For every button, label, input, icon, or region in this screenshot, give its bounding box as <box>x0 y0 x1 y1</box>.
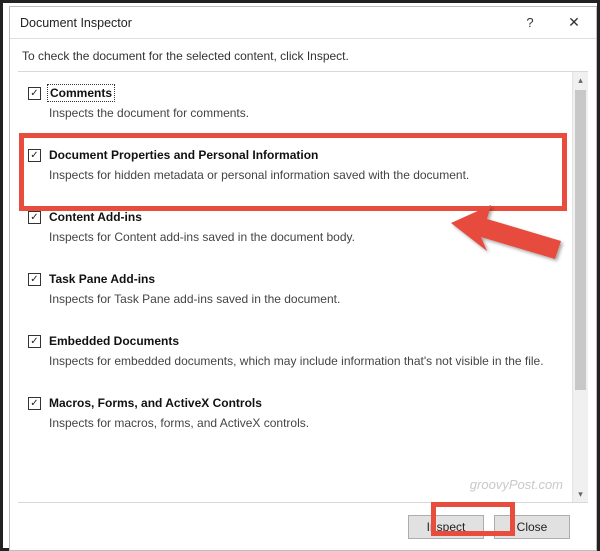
desc-embedded-docs: Inspects for embedded documents, which m… <box>49 354 562 368</box>
scroll-down-icon[interactable]: ▾ <box>573 486 588 502</box>
item-doc-properties: ✓ Document Properties and Personal Infor… <box>26 144 564 186</box>
desc-content-addins: Inspects for Content add-ins saved in th… <box>49 230 562 244</box>
scroll-thumb[interactable] <box>575 90 586 390</box>
label-content-addins[interactable]: Content Add-ins <box>49 210 142 224</box>
desc-comments: Inspects the document for comments. <box>49 106 562 120</box>
checkbox-macros[interactable]: ✓ <box>28 397 41 410</box>
item-embedded-docs: ✓ Embedded Documents Inspects for embedd… <box>26 330 564 372</box>
label-taskpane-addins[interactable]: Task Pane Add-ins <box>49 272 155 286</box>
checkbox-content-addins[interactable]: ✓ <box>28 211 41 224</box>
item-macros: ✓ Macros, Forms, and ActiveX Controls In… <box>26 392 564 434</box>
checkbox-comments[interactable]: ✓ <box>28 87 41 100</box>
content-area: ✓ Comments Inspects the document for com… <box>18 71 588 502</box>
vertical-scrollbar[interactable]: ▴ ▾ <box>572 72 588 502</box>
item-comments: ✓ Comments Inspects the document for com… <box>26 82 564 124</box>
desc-macros: Inspects for macros, forms, and ActiveX … <box>49 416 562 430</box>
inspect-button[interactable]: Inspect <box>408 515 484 539</box>
document-inspector-dialog: Document Inspector ? ✕ To check the docu… <box>9 6 597 551</box>
item-taskpane-addins: ✓ Task Pane Add-ins Inspects for Task Pa… <box>26 268 564 310</box>
dialog-instruction: To check the document for the selected c… <box>10 39 596 71</box>
titlebar: Document Inspector ? ✕ <box>10 7 596 39</box>
close-window-button[interactable]: ✕ <box>552 7 596 39</box>
dialog-footer: Inspect Close <box>18 502 588 550</box>
inspection-list: ✓ Comments Inspects the document for com… <box>18 72 572 502</box>
checkbox-taskpane-addins[interactable]: ✓ <box>28 273 41 286</box>
desc-taskpane-addins: Inspects for Task Pane add-ins saved in … <box>49 292 562 306</box>
help-button[interactable]: ? <box>508 7 552 39</box>
checkbox-doc-properties[interactable]: ✓ <box>28 149 41 162</box>
checkbox-embedded-docs[interactable]: ✓ <box>28 335 41 348</box>
label-doc-properties[interactable]: Document Properties and Personal Informa… <box>49 148 318 162</box>
close-button[interactable]: Close <box>494 515 570 539</box>
desc-doc-properties: Inspects for hidden metadata or personal… <box>49 168 562 182</box>
dialog-title: Document Inspector <box>20 16 508 30</box>
item-content-addins: ✓ Content Add-ins Inspects for Content a… <box>26 206 564 248</box>
label-comments[interactable]: Comments <box>49 86 113 100</box>
label-macros[interactable]: Macros, Forms, and ActiveX Controls <box>49 396 262 410</box>
scroll-up-icon[interactable]: ▴ <box>573 72 588 88</box>
label-embedded-docs[interactable]: Embedded Documents <box>49 334 179 348</box>
